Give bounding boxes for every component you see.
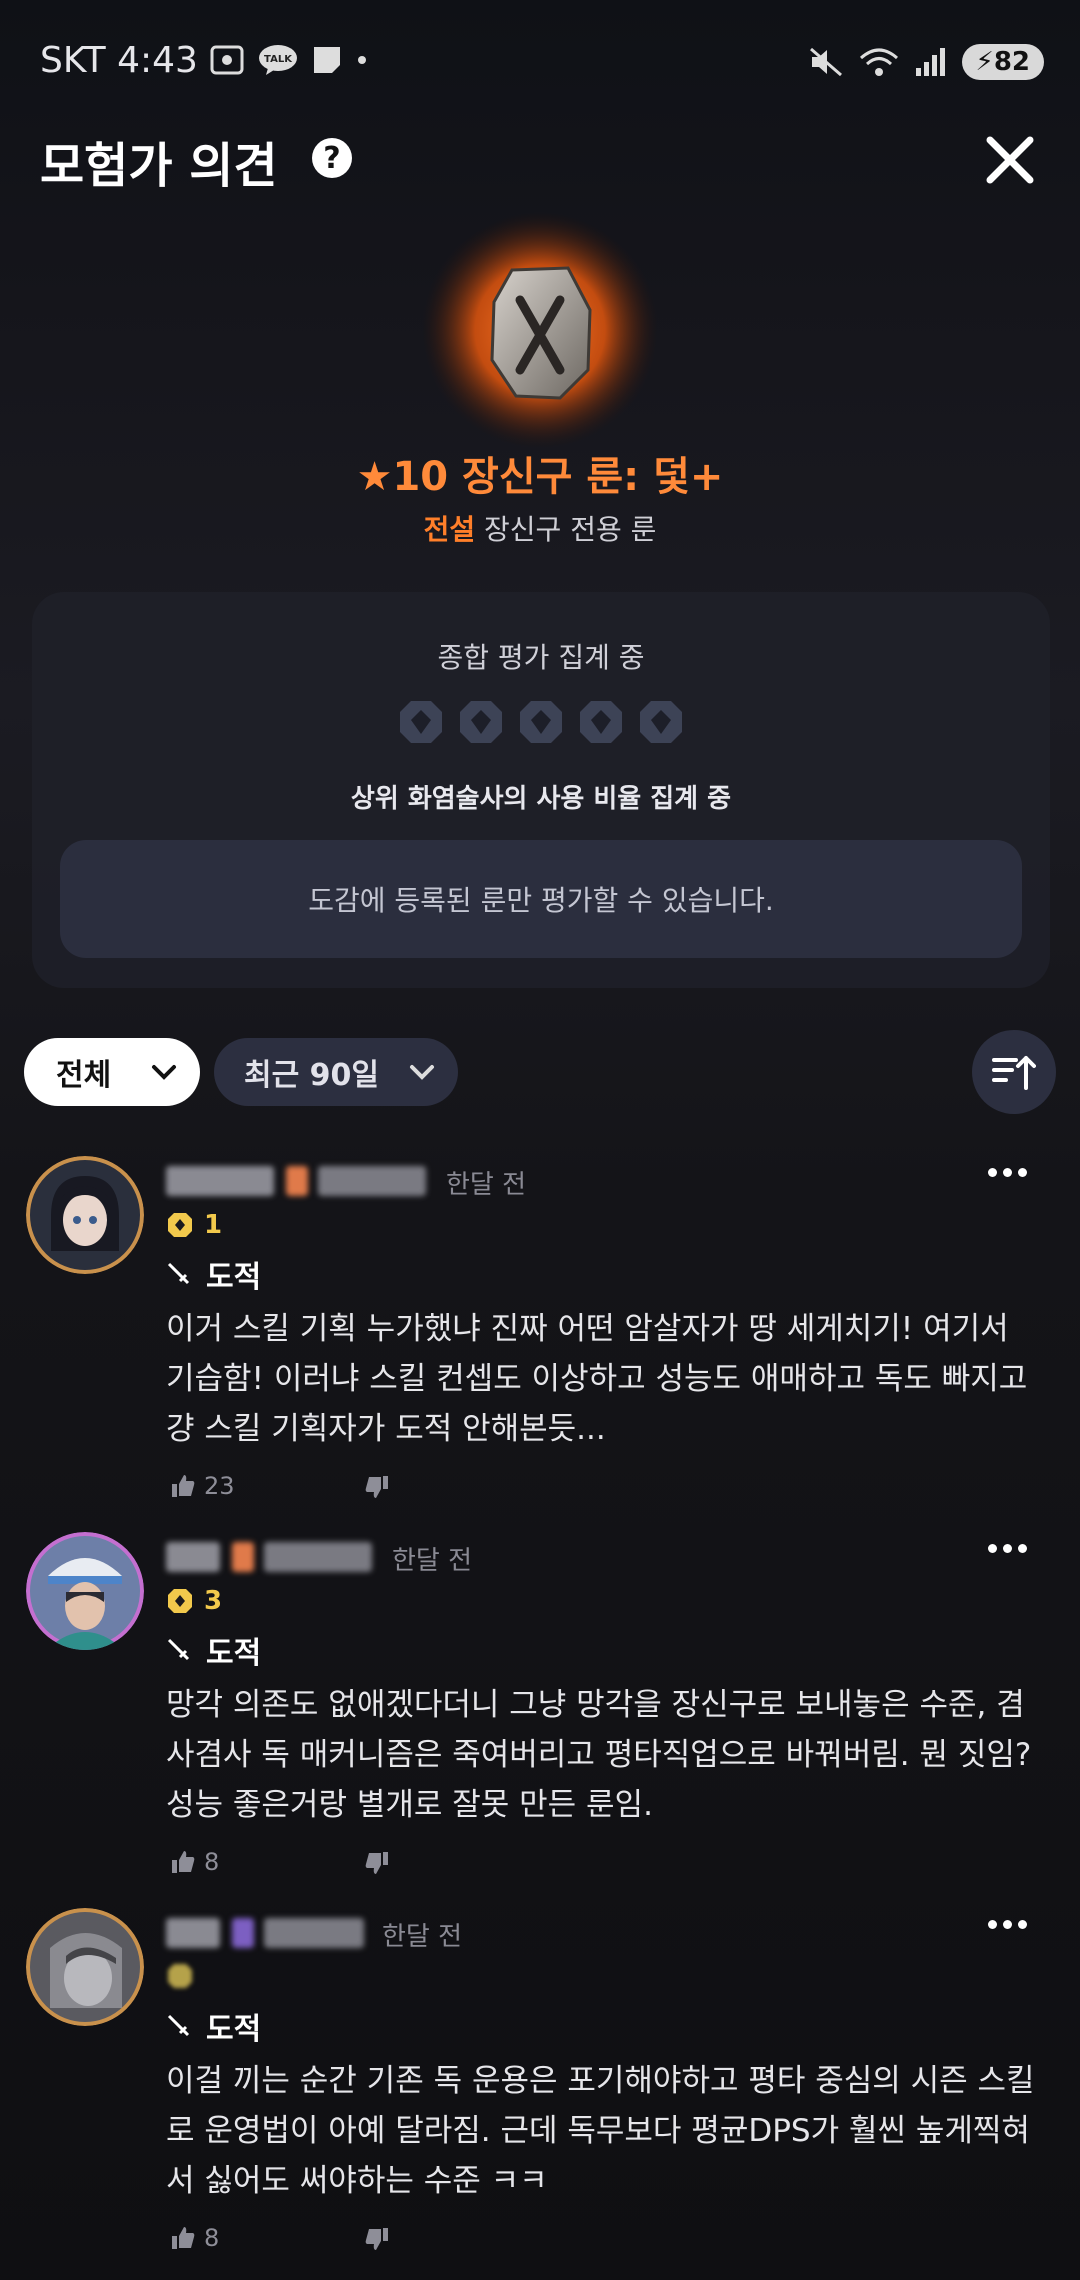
- gem-icon: [640, 701, 682, 743]
- help-icon[interactable]: ?: [312, 138, 352, 178]
- level-badge: 3: [166, 1586, 222, 1616]
- thumbs-up-icon: [172, 2227, 195, 2249]
- class-label: 도적: [166, 2004, 261, 2048]
- battery-indicator: ⚡ 82: [961, 44, 1044, 80]
- rating-gems: [32, 698, 1050, 746]
- register-notice: 도감에 등록된 룬만 평가할 수 있습니다.: [60, 840, 1022, 958]
- comment-text: 망각 의존도 없애겠다더니 그냥 망각을 장신구로 보내놓은 수준, 겸사겸사 …: [166, 1687, 1032, 1823]
- sort-button[interactable]: [972, 1030, 1056, 1114]
- class-label: 도적: [166, 1628, 261, 1672]
- item-subtitle: 전설 장신구 전용 룬: [0, 508, 1080, 548]
- filter-period-dropdown[interactable]: 최근 90일: [214, 1038, 458, 1106]
- blurred-class-mark: [286, 1166, 308, 1196]
- status-bar: SKT 4:43 TALK ⚡ 82: [0, 0, 1080, 120]
- thumbs-down-icon[interactable]: [364, 1850, 390, 1876]
- dagger-icon: [167, 2014, 190, 2037]
- rune-image: [422, 212, 658, 448]
- more-icon[interactable]: [988, 1544, 1027, 1553]
- notification-icons: TALK: [210, 44, 368, 76]
- signal-icon: [915, 48, 945, 76]
- close-icon[interactable]: [980, 130, 1040, 190]
- blurred-username: [166, 1542, 220, 1572]
- evaluation-title: 종합 평가 집계 중: [437, 641, 645, 674]
- chevron-down-icon: [152, 1065, 176, 1080]
- badge-icon: [168, 1589, 192, 1613]
- thumbs-down-icon[interactable]: [364, 1474, 390, 1500]
- item-grade: 전설: [423, 513, 476, 546]
- gem-icon: [400, 701, 442, 743]
- gem-icon: [520, 701, 562, 743]
- item-name: ★10 장신구 룬: 덫+: [356, 454, 724, 500]
- blurred-guild: [264, 1918, 364, 1948]
- badge-icon: [168, 1964, 192, 1988]
- status-time: SKT 4:43: [40, 40, 198, 81]
- evaluation-panel: 종합 평가 집계 중 상위 화염술사의 사용 비율 집계 중 도감에 등록된 룬…: [32, 592, 1050, 988]
- screenshot-icon: [210, 45, 244, 75]
- dot-icon: [358, 56, 366, 64]
- wifi-icon: [859, 48, 898, 76]
- level-badge: 1: [166, 1210, 222, 1240]
- blurred-class-mark: [232, 1542, 254, 1572]
- blurred-username: [166, 1918, 220, 1948]
- mute-icon: [809, 47, 842, 77]
- more-icon[interactable]: [988, 1920, 1027, 1929]
- gem-icon: [580, 701, 622, 743]
- sort-icon: [992, 1056, 1036, 1090]
- blurred-class-mark: [232, 1918, 254, 1948]
- avatar[interactable]: [26, 1156, 144, 1274]
- note-icon: [314, 47, 340, 73]
- filter-all-dropdown[interactable]: 전체: [24, 1038, 200, 1106]
- thumbs-up-icon: [172, 1475, 195, 1497]
- gem-icon: [460, 701, 502, 743]
- comment-time: 한달 전: [446, 1170, 527, 1200]
- filter-all-label: 전체: [56, 1058, 112, 1093]
- thumbs-down-icon[interactable]: [364, 2226, 390, 2252]
- chevron-down-icon: [410, 1065, 434, 1080]
- like-button[interactable]: 23: [170, 1472, 235, 1500]
- blurred-guild: [264, 1542, 372, 1572]
- dagger-icon: [167, 1262, 190, 1285]
- blurred-guild: [318, 1166, 426, 1196]
- like-button[interactable]: 8: [170, 2224, 219, 2252]
- item-description: 장신구 전용 룬: [484, 513, 657, 546]
- comment-text: 이걸 끼는 순간 기존 독 운용은 포기해야하고 평타 중심의 시즌 스킬로 운…: [166, 2063, 1035, 2199]
- like-button[interactable]: 8: [170, 1848, 219, 1876]
- badge-icon: [168, 1213, 192, 1237]
- comment-time: 한달 전: [382, 1922, 463, 1952]
- more-icon[interactable]: [988, 1168, 1027, 1177]
- level-badge: [166, 1962, 204, 1990]
- comment-time: 한달 전: [392, 1546, 473, 1576]
- avatar[interactable]: [26, 1532, 144, 1650]
- system-icons: ⚡ 82: [808, 44, 1044, 80]
- talk-icon: TALK: [259, 45, 297, 75]
- blurred-username: [166, 1166, 274, 1196]
- filter-period-label: 최근 90일: [244, 1058, 379, 1093]
- thumbs-up-icon: [172, 1851, 195, 1873]
- page-title: 모험가 의견: [40, 138, 278, 194]
- class-label: 도적: [166, 1252, 261, 1296]
- usage-ratio-text: 상위 화염술사의 사용 비율 집계 중: [350, 784, 732, 814]
- charging-icon: ⚡: [975, 47, 994, 77]
- avatar[interactable]: [26, 1908, 144, 2026]
- svg-text:TALK: TALK: [264, 54, 293, 65]
- dagger-icon: [167, 1638, 190, 1661]
- comment-text: 이거 스킬 기획 누가했냐 진짜 어떤 암살자가 땅 세게치기! 여기서 기습함…: [166, 1311, 1028, 1447]
